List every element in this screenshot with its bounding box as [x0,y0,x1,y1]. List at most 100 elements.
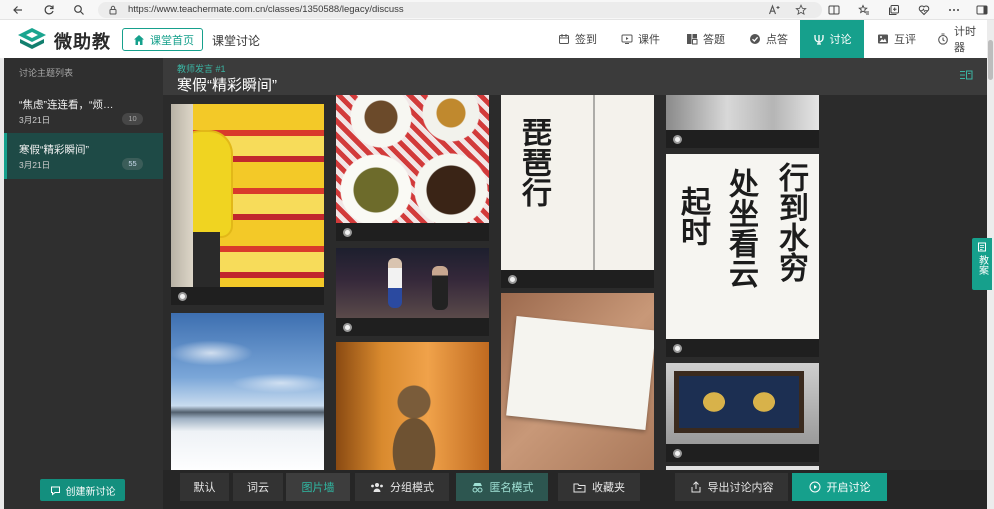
sidebar-icon[interactable] [976,4,988,16]
discussion-icon [813,33,825,45]
read-aloud-icon[interactable] [768,4,780,16]
browser-toolbar: https://www.teachermate.com.cn/classes/1… [0,0,994,20]
topic-date: 3月21日 [19,115,51,125]
refresh-icon[interactable] [43,4,55,16]
photo-card[interactable] [501,293,654,470]
topic-item[interactable]: “焦虑”连连看，“烦… 3月21日 10 [4,88,163,134]
photo-food-plates[interactable] [336,95,489,223]
photo-calligraphy-pipa[interactable]: 琵琶行 [501,95,654,270]
photo-card[interactable] [171,104,324,305]
photo-card[interactable] [336,248,489,336]
photo-card[interactable] [336,95,489,241]
nav-signin[interactable]: 签到 [558,20,597,58]
url-text[interactable]: https://www.teachermate.com.cn/classes/1… [128,4,404,15]
address-bar[interactable]: https://www.teachermate.com.cn/classes/1… [98,2,822,18]
timer-icon [937,33,949,45]
export-discussion-button[interactable]: 导出讨论内容 [675,473,788,501]
reaction-icon[interactable] [343,228,352,237]
reaction-icon[interactable] [673,135,682,144]
app-header: 微助教 课堂首页 课堂讨论 签到 课件 答题 点答 讨论 互评 计时器 [0,20,986,58]
lesson-plan-tab[interactable]: 教案 [972,238,992,290]
photo-sign-board[interactable] [666,363,819,444]
lock-icon[interactable] [108,5,118,15]
nav-discussion-label: 讨论 [829,34,852,46]
calendar-icon [558,33,570,45]
reaction-icon[interactable] [673,344,682,353]
photo-basketball[interactable] [336,248,489,318]
reaction-icon[interactable] [178,292,187,301]
view-default-button[interactable]: 默认 [180,473,229,501]
check-circle-icon [749,33,761,45]
calligraphy-text: 琵琶行 [516,117,551,207]
topic-item-active[interactable]: 寒假“精彩瞬间” 3月21日 55 [4,133,163,179]
logo-text[interactable]: 微助教 [54,28,111,54]
nav-signin-label: 签到 [575,34,597,46]
nav-discussion[interactable]: 讨论 [800,20,864,58]
photo-card[interactable]: 琵琶行 [501,95,654,288]
anonymous-mode-button[interactable]: 匿名模式 [456,473,548,501]
nav-peer-review-label: 互评 [894,34,916,46]
section-title: 课堂讨论 [212,34,261,48]
photo-card[interactable]: 行到水穷 处坐看云 起时 [666,154,819,357]
class-home-label: 课堂首页 [150,34,194,47]
nav-pick[interactable]: 点答 [749,20,788,58]
reaction-icon[interactable] [508,275,517,284]
photo-card[interactable] [171,313,324,470]
logo-icon[interactable] [16,26,48,52]
group-mode-label: 分组模式 [390,482,434,494]
photo-detail [171,104,193,287]
reaction-icon[interactable] [343,323,352,332]
create-discussion-button[interactable]: 创建新讨论 [40,479,125,501]
photo-gray-scene[interactable] [666,95,819,130]
discussion-header: 教师发言 #1 寒假“精彩瞬间” [163,58,987,95]
photo-cat[interactable] [336,342,489,470]
nav-courseware[interactable]: 课件 [621,20,660,58]
view-photo-wall-button[interactable]: 图片墙 [286,473,350,501]
photo-card[interactable] [666,363,819,462]
nav-timer[interactable]: 计时器 [937,20,986,58]
back-icon[interactable] [12,4,24,16]
favorite-star-icon[interactable] [795,4,807,16]
anonymous-mode-label: 匿名模式 [489,482,534,494]
photo-snow-landscape[interactable] [171,313,324,470]
split-screen-icon[interactable] [828,4,840,16]
nav-quiz[interactable]: 答题 [686,20,725,58]
photo-card[interactable] [666,95,819,148]
more-icon[interactable] [948,4,960,16]
calligraphy-text: 行到水穷 [773,162,808,282]
favorites-icon[interactable] [858,4,870,16]
class-home-button[interactable]: 课堂首页 [122,28,203,51]
photo-footer [666,339,819,357]
photo-wall: 琵琶行 行到水穷 处坐看云 起时 [163,95,987,470]
group-mode-button[interactable]: 分组模式 [355,473,449,501]
nav-peer-review[interactable]: 互评 [877,20,916,58]
topic-date: 3月21日 [19,160,51,170]
calligraphy-text: 起时 [675,186,710,246]
reaction-icon[interactable] [673,449,682,458]
collections-icon[interactable] [888,4,900,16]
photo-detail [679,376,799,428]
photo-footer [501,270,654,288]
favorites-button[interactable]: 收藏夹 [558,473,640,501]
photo-card[interactable] [336,342,489,470]
photo-detail [388,258,402,308]
play-circle-icon [809,481,821,493]
browser-essentials-icon[interactable] [918,4,930,16]
topic-list-header: 讨论主题列表 [19,68,74,78]
photo-handwritten-note[interactable] [501,293,654,470]
view-word-cloud-button[interactable]: 词云 [233,473,283,501]
layout-toggle-icon[interactable] [959,69,973,81]
photo-snacks[interactable] [171,104,324,287]
chat-bubble-icon [50,485,61,496]
quiz-icon [686,33,698,45]
start-discussion-button[interactable]: 开启讨论 [792,473,887,501]
photo-footer [171,287,324,305]
create-discussion-label: 创建新讨论 [65,486,116,498]
photo-calligraphy-poem[interactable]: 行到水穷 处坐看云 起时 [666,154,819,339]
nav-courseware-label: 课件 [638,34,660,46]
reply-count-badge: 55 [122,158,143,170]
reply-count-badge: 10 [122,113,143,125]
search-icon[interactable] [73,4,85,16]
scrollbar-thumb[interactable] [988,40,993,80]
topic-title: “焦虑”连连看，“烦… [19,99,114,111]
